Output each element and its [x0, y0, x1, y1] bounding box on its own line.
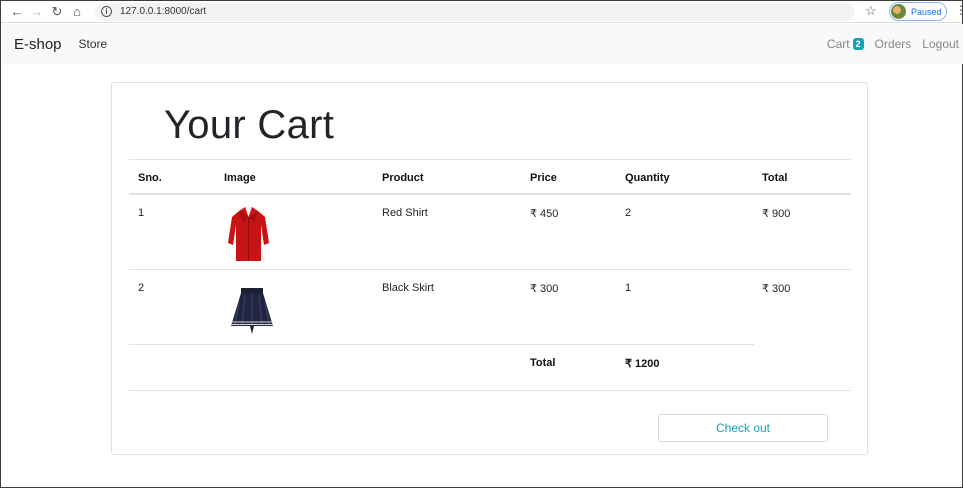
nav-orders-link[interactable]: Orders — [875, 37, 912, 51]
col-total: Total — [762, 172, 788, 184]
nav-cart-label: Cart — [826, 37, 850, 51]
table-header: Sno. Image Product Price Quantity Total — [129, 159, 851, 195]
col-image: Image — [224, 172, 256, 184]
table-total-row: Total ₹ 1200 — [129, 344, 851, 391]
col-sno: Sno. — [138, 172, 162, 184]
cart-count-badge: 2 — [852, 38, 864, 50]
table-row: 2 Black Skirt ₹ 300 1 ₹ 300 — [129, 270, 851, 345]
row-product: Red Shirt — [382, 207, 428, 219]
checkout-button[interactable]: Check out — [658, 414, 828, 442]
row-sno: 2 — [138, 282, 145, 294]
profile-status: Paused — [911, 6, 942, 17]
app-frame: ← → ↻ ⌂ i 127.0.0.1:8000/cart ☆ Paused ⋮… — [0, 0, 963, 488]
red-shirt-image — [228, 207, 269, 261]
home-icon[interactable]: ⌂ — [67, 2, 87, 22]
brand-link[interactable]: E-shop — [14, 36, 62, 53]
row-price: ₹ 450 — [530, 208, 559, 220]
col-price: Price — [530, 172, 557, 184]
info-icon[interactable]: i — [101, 6, 112, 17]
star-icon[interactable]: ☆ — [865, 3, 877, 19]
nav-cart-link[interactable]: Cart 2 — [827, 37, 864, 51]
row-sno: 1 — [138, 207, 145, 219]
nav-store-link[interactable]: Store — [79, 37, 108, 51]
grand-total: ₹ 1200 — [625, 358, 660, 370]
url-text: 127.0.0.1:8000/cart — [120, 6, 207, 17]
total-label: Total — [530, 357, 556, 369]
border-gap — [754, 344, 851, 346]
avatar — [891, 4, 906, 19]
row-total: ₹ 300 — [762, 283, 791, 295]
table-row: 1 Red Shirt ₹ 450 2 ₹ 900 — [129, 195, 851, 270]
row-quantity: 2 — [625, 207, 632, 219]
menu-icon[interactable]: ⋮ — [955, 3, 963, 17]
row-quantity: 1 — [625, 282, 632, 294]
site-navbar: E-shop Store Cart 2 Orders Logout — [2, 24, 963, 64]
row-price: ₹ 300 — [530, 283, 559, 295]
row-total: ₹ 900 — [762, 208, 791, 220]
col-quantity: Quantity — [625, 172, 670, 184]
browser-toolbar: ← → ↻ ⌂ i 127.0.0.1:8000/cart ☆ Paused ⋮ — [1, 1, 963, 23]
cart-card: Your Cart Sno. Image Product Price Quant… — [111, 82, 868, 455]
back-icon[interactable]: ← — [7, 2, 27, 22]
address-bar[interactable]: i 127.0.0.1:8000/cart — [95, 2, 855, 21]
nav-logout-link[interactable]: Logout — [922, 37, 959, 51]
forward-icon[interactable]: → — [27, 2, 47, 22]
nav-right: Cart 2 Orders Logout — [827, 24, 959, 64]
page-title: Your Cart — [164, 103, 335, 147]
row-product: Black Skirt — [382, 282, 434, 294]
cart-table: Sno. Image Product Price Quantity Total … — [129, 159, 851, 391]
black-skirt-image — [231, 288, 273, 334]
reload-icon[interactable]: ↻ — [47, 2, 67, 22]
profile-button[interactable]: Paused — [889, 2, 947, 21]
col-product: Product — [382, 172, 424, 184]
